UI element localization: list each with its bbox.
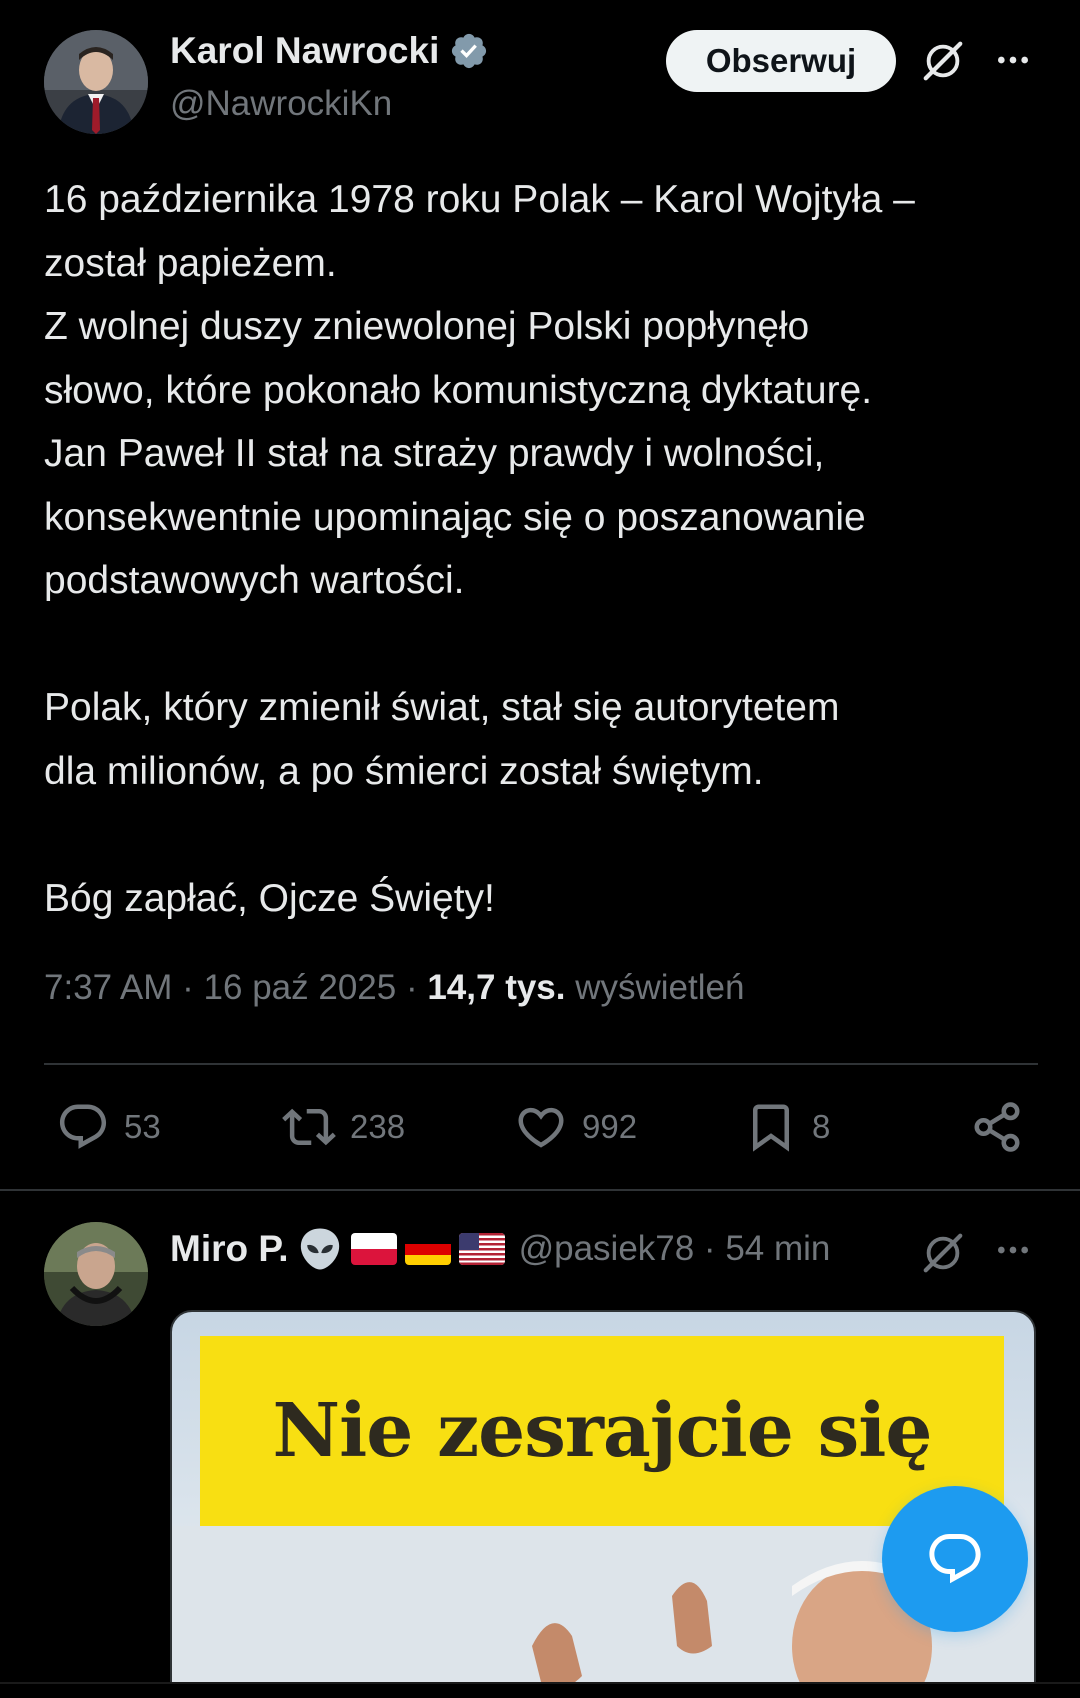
alien-emoji-icon xyxy=(300,1228,339,1270)
bottom-edge xyxy=(0,1682,1080,1698)
more-options-icon[interactable] xyxy=(993,1230,1033,1270)
author-name[interactable]: Karol Nawrocki xyxy=(170,30,439,72)
share-icon xyxy=(974,1102,1020,1152)
reply-button[interactable]: 53 xyxy=(56,1095,161,1159)
more-options-icon[interactable] xyxy=(993,40,1033,80)
section-divider xyxy=(0,1189,1080,1191)
author-handle[interactable]: @NawrockiKn xyxy=(170,84,392,124)
author-name-row[interactable]: Karol Nawrocki xyxy=(170,30,489,72)
tweet-date[interactable]: 16 paź 2025 xyxy=(204,968,397,1007)
reply-author-name[interactable]: Miro P. xyxy=(170,1228,289,1270)
reply-header: Miro P. @pasiek78 · 54 min xyxy=(170,1224,830,1274)
main-tweet: Karol Nawrocki @NawrockiKn Obserwuj 16 p… xyxy=(0,0,1080,1190)
flag-usa-icon xyxy=(458,1233,505,1265)
bookmark-icon xyxy=(753,1104,789,1152)
compose-reply-button[interactable] xyxy=(882,1486,1028,1632)
reply-icon xyxy=(59,1104,107,1149)
views-count[interactable]: 14,7 tys. xyxy=(427,968,565,1007)
compose-reply-icon xyxy=(929,1534,981,1584)
reply-author-avatar[interactable] xyxy=(44,1222,148,1326)
flag-germany-icon xyxy=(404,1233,451,1265)
grok-icon[interactable] xyxy=(920,1230,966,1276)
bookmark-count: 8 xyxy=(812,1108,831,1145)
media-caption: Nie zesrajcie się xyxy=(272,1388,933,1474)
like-button[interactable]: 992 xyxy=(514,1095,637,1159)
meta-separator: · xyxy=(182,968,194,1007)
retweet-icon xyxy=(282,1108,336,1146)
divider xyxy=(44,1063,1038,1065)
avatar-portrait xyxy=(44,30,148,134)
views-label[interactable]: wyświetleń xyxy=(575,968,744,1007)
follow-button[interactable]: Obserwuj xyxy=(666,30,896,92)
reply-author-handle[interactable]: @pasiek78 · 54 min xyxy=(519,1229,831,1269)
author-avatar[interactable] xyxy=(44,30,148,134)
flag-poland-icon xyxy=(350,1233,397,1265)
app-page: Karol Nawrocki @NawrockiKn Obserwuj 16 p… xyxy=(0,0,1080,1698)
tweet-time[interactable]: 7:37 AM xyxy=(44,968,172,1007)
like-count: 992 xyxy=(582,1108,638,1145)
retweet-count: 238 xyxy=(350,1108,406,1145)
like-icon xyxy=(518,1107,564,1148)
meta-separator: · xyxy=(405,968,418,1007)
avatar-portrait xyxy=(44,1222,148,1326)
tweet-actions: 53 238 992 8 xyxy=(0,1095,1080,1165)
tweet-meta: 7:37 AM · 16 paź 2025 · 14,7 tys. wyświe… xyxy=(44,968,744,1008)
bookmark-button[interactable]: 8 xyxy=(744,1095,830,1159)
verified-badge-icon xyxy=(452,33,487,69)
tweet-text: 16 października 1978 roku Polak – Karol … xyxy=(44,178,915,920)
grok-icon[interactable] xyxy=(920,38,966,84)
reply-count: 53 xyxy=(124,1108,161,1145)
retweet-button[interactable]: 238 xyxy=(282,1095,405,1159)
media-banner: Nie zesrajcie się xyxy=(200,1336,1004,1526)
share-button[interactable] xyxy=(970,1095,1024,1159)
